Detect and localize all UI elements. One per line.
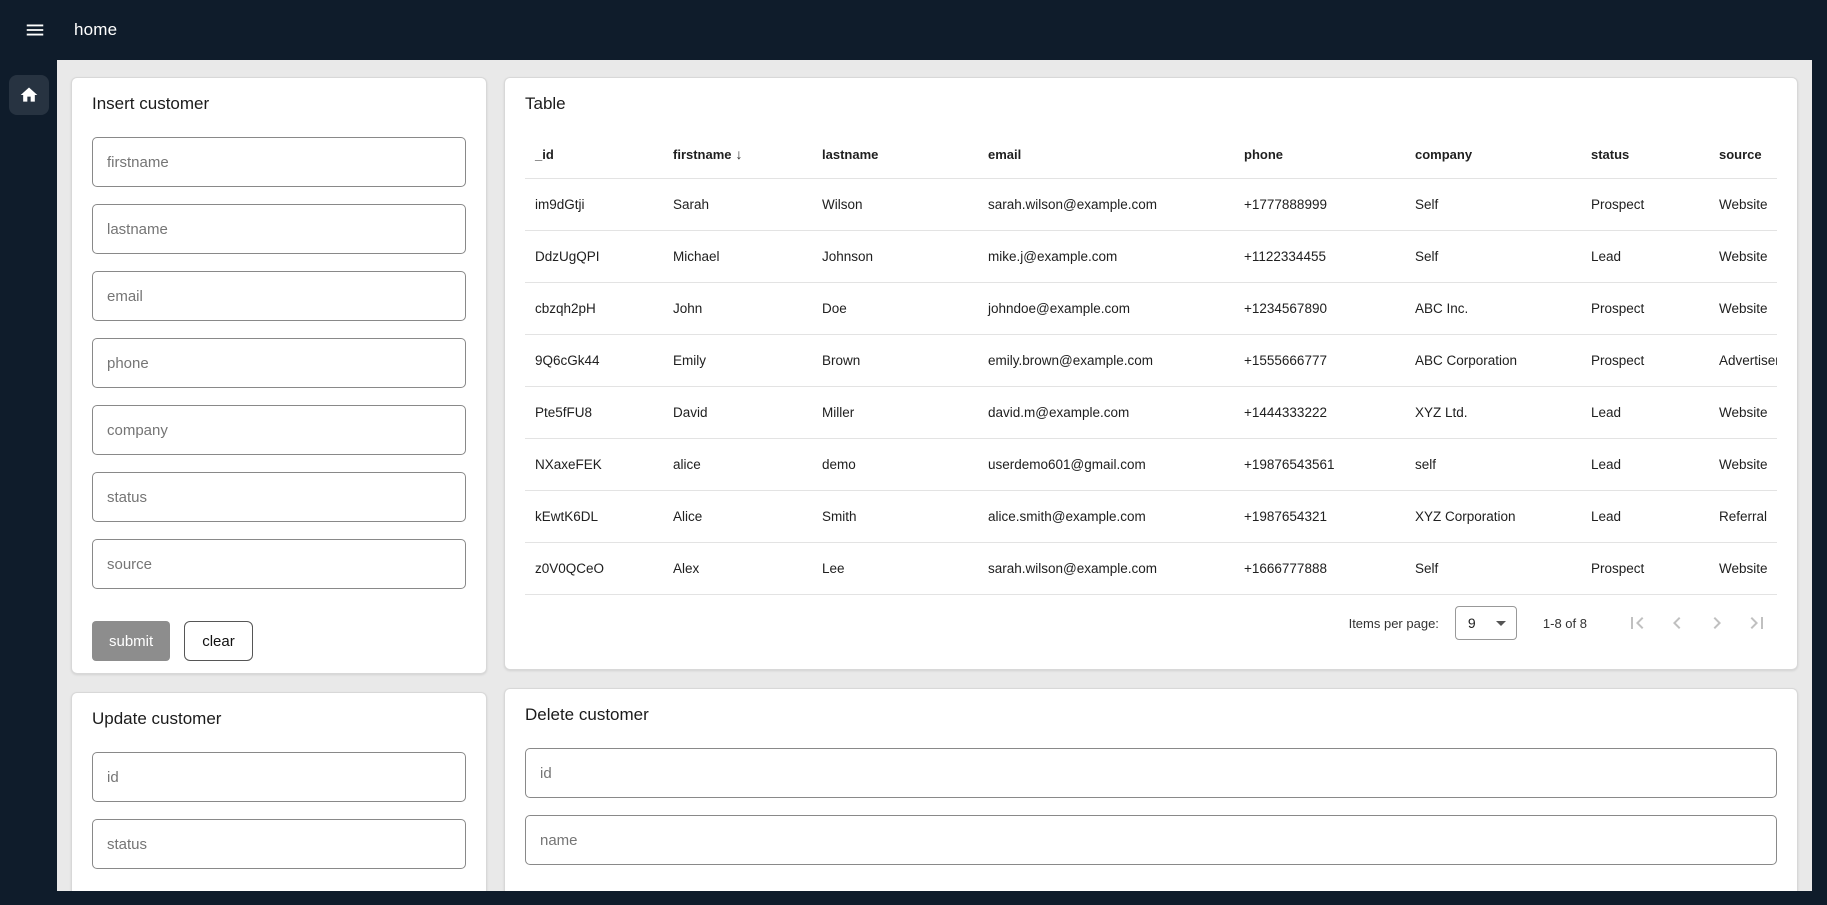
update-id-input[interactable] <box>92 752 466 802</box>
table-row: im9dGtjiSarahWilsonsarah.wilson@example.… <box>525 179 1777 231</box>
table-row: DdzUgQPIMichaelJohnsonmike.j@example.com… <box>525 231 1777 283</box>
insert-button-row: submit clear <box>92 621 466 661</box>
column-header-id[interactable]: _id <box>525 120 665 179</box>
insert-customer-card: Insert customer submit clear <box>71 77 487 674</box>
app-shell: Insert customer submit clear Update cust… <box>0 60 1827 905</box>
insert-card-title: Insert customer <box>92 92 466 116</box>
table-row: cbzqh2pHJohnDoejohndoe@example.com+12345… <box>525 283 1777 335</box>
delete-name-input[interactable] <box>525 815 1777 865</box>
menu-icon <box>24 19 46 41</box>
table-row: kEwtK6DLAliceSmithalice.smith@example.co… <box>525 491 1777 543</box>
main-content: Insert customer submit clear Update cust… <box>57 60 1812 891</box>
items-per-page-select[interactable]: 9 <box>1455 606 1517 640</box>
chevron-right-icon <box>1705 611 1729 635</box>
table-row: NXaxeFEKalicedemouserdemo601@gmail.com+1… <box>525 439 1777 491</box>
table-row: Pte5fFU8DavidMillerdavid.m@example.com+1… <box>525 387 1777 439</box>
page-title: home <box>74 20 117 40</box>
menu-button[interactable] <box>18 13 52 47</box>
table-card-title: Table <box>525 92 1777 116</box>
sort-desc-icon: ↓ <box>736 146 743 162</box>
column-header-company[interactable]: company <box>1407 120 1583 179</box>
column-header-status[interactable]: status <box>1583 120 1711 179</box>
left-column: Insert customer submit clear Update cust… <box>71 77 487 891</box>
update-card-title: Update customer <box>92 707 466 731</box>
update-status-input[interactable] <box>92 819 466 869</box>
previous-page-button[interactable] <box>1657 603 1697 643</box>
first-page-icon <box>1625 611 1649 635</box>
table-header: _id firstname↓ lastname email phone comp… <box>525 120 1777 179</box>
delete-id-input[interactable] <box>525 748 1777 798</box>
home-icon <box>19 85 39 105</box>
next-page-button[interactable] <box>1697 603 1737 643</box>
insert-company-input[interactable] <box>92 405 466 455</box>
first-page-button[interactable] <box>1617 603 1657 643</box>
right-column: Table _id firstname↓ lastname email phon… <box>504 77 1798 891</box>
insert-clear-button[interactable]: clear <box>184 621 253 661</box>
insert-submit-button[interactable]: submit <box>92 621 170 661</box>
page-range-label: 1-8 of 8 <box>1543 616 1587 631</box>
insert-lastname-input[interactable] <box>92 204 466 254</box>
column-header-email[interactable]: email <box>980 120 1236 179</box>
column-header-lastname[interactable]: lastname <box>814 120 980 179</box>
table-row: z0V0QCeOAlexLeesarah.wilson@example.com+… <box>525 543 1777 595</box>
last-page-button[interactable] <box>1737 603 1777 643</box>
items-per-page-value: 9 <box>1468 615 1476 631</box>
last-page-icon <box>1745 611 1769 635</box>
items-per-page-label: Items per page: <box>1349 616 1439 631</box>
insert-source-input[interactable] <box>92 539 466 589</box>
column-header-firstname[interactable]: firstname↓ <box>665 120 814 179</box>
table-card: Table _id firstname↓ lastname email phon… <box>504 77 1798 670</box>
app-window: home Insert customer <box>0 0 1827 905</box>
delete-customer-card: Delete customer <box>504 688 1798 891</box>
sidebar-item-home[interactable] <box>9 75 49 115</box>
table-row: 9Q6cGk44EmilyBrownemily.brown@example.co… <box>525 335 1777 387</box>
column-header-source[interactable]: source <box>1711 120 1777 179</box>
chevron-down-icon <box>1496 621 1506 626</box>
insert-firstname-input[interactable] <box>92 137 466 187</box>
insert-email-input[interactable] <box>92 271 466 321</box>
column-header-phone[interactable]: phone <box>1236 120 1407 179</box>
delete-card-title: Delete customer <box>525 703 1777 727</box>
insert-status-input[interactable] <box>92 472 466 522</box>
insert-phone-input[interactable] <box>92 338 466 388</box>
top-navbar: home <box>0 0 1827 60</box>
sidebar <box>0 60 57 905</box>
table-paginator: Items per page: 9 1-8 of 8 <box>525 595 1777 651</box>
customers-table: _id firstname↓ lastname email phone comp… <box>525 120 1777 595</box>
chevron-left-icon <box>1665 611 1689 635</box>
update-customer-card: Update customer <box>71 692 487 891</box>
